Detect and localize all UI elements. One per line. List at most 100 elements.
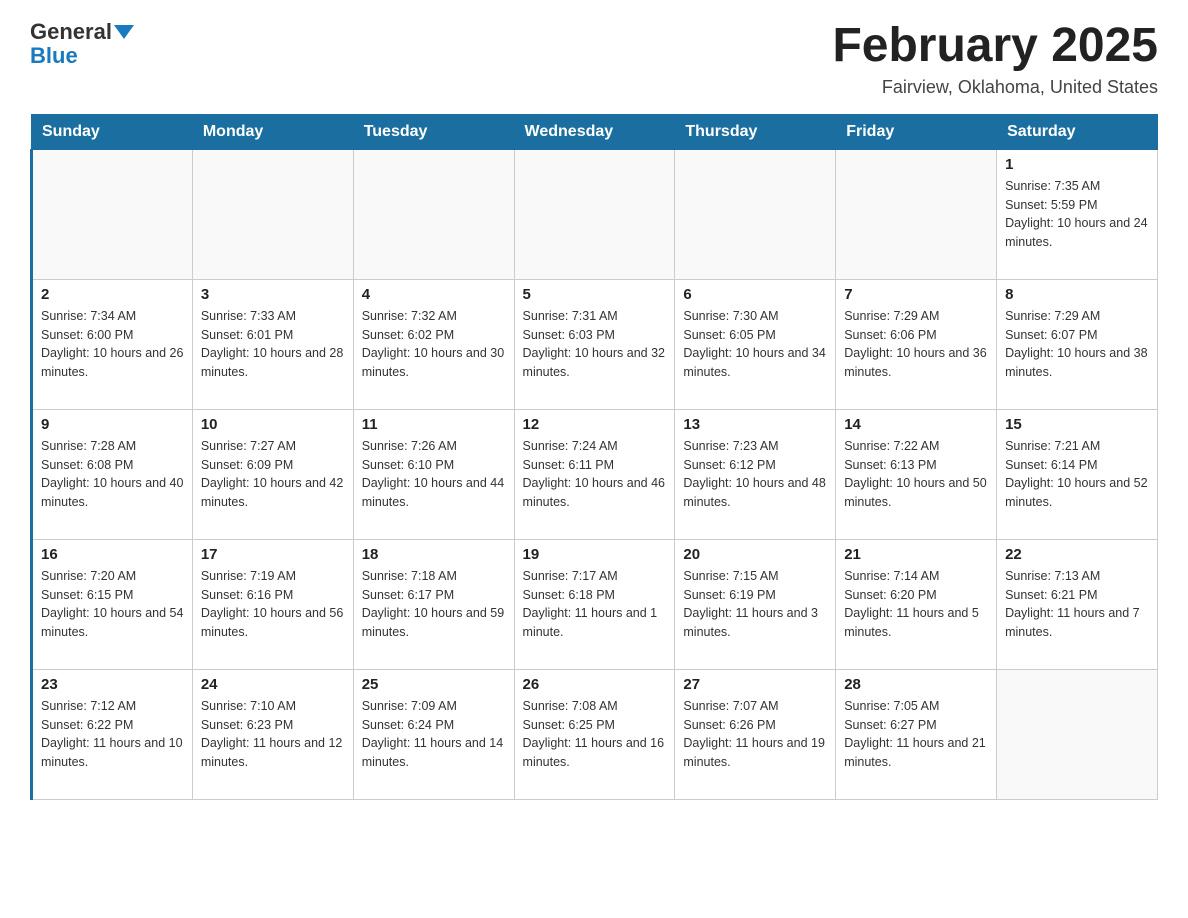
day-number: 14 bbox=[844, 416, 988, 433]
day-number: 7 bbox=[844, 286, 988, 303]
cell-week2-day5: 7Sunrise: 7:29 AMSunset: 6:06 PMDaylight… bbox=[836, 279, 997, 409]
col-saturday: Saturday bbox=[997, 114, 1158, 149]
sun-info: Sunrise: 7:08 AMSunset: 6:25 PMDaylight:… bbox=[523, 697, 667, 772]
day-number: 16 bbox=[41, 546, 184, 563]
day-number: 2 bbox=[41, 286, 184, 303]
logo: General Blue bbox=[30, 20, 134, 68]
cell-week1-day0 bbox=[32, 149, 193, 279]
sun-info: Sunrise: 7:23 AMSunset: 6:12 PMDaylight:… bbox=[683, 437, 827, 512]
day-number: 23 bbox=[41, 676, 184, 693]
cell-week4-day3: 19Sunrise: 7:17 AMSunset: 6:18 PMDayligh… bbox=[514, 539, 675, 669]
day-number: 9 bbox=[41, 416, 184, 433]
week-row-3: 9 Sunrise: 7:28 AMSunset: 6:08 PMDaylight… bbox=[32, 409, 1158, 539]
day-number: 6 bbox=[683, 286, 827, 303]
week-row-1: 1 Sunrise: 7:35 AMSunset: 5:59 PMDaylight… bbox=[32, 149, 1158, 279]
day-number: 5 bbox=[523, 286, 667, 303]
sun-info: Sunrise: 7:35 AMSunset: 5:59 PMDaylight:… bbox=[1005, 177, 1149, 252]
sun-info: Sunrise: 7:10 AMSunset: 6:23 PMDaylight:… bbox=[201, 697, 345, 772]
sun-info: Sunrise: 7:29 AMSunset: 6:07 PMDaylight:… bbox=[1005, 307, 1149, 382]
sun-info: Sunrise: 7:05 AMSunset: 6:27 PMDaylight:… bbox=[844, 697, 988, 772]
cell-week1-day5 bbox=[836, 149, 997, 279]
cell-week5-day1: 24 Sunrise: 7:10 AMSunset: 6:23 PMDayligh… bbox=[192, 669, 353, 799]
logo-triangle-icon bbox=[114, 25, 134, 39]
col-thursday: Thursday bbox=[675, 114, 836, 149]
day-number: 17 bbox=[201, 546, 345, 563]
logo-blue: Blue bbox=[30, 44, 78, 68]
logo-general: General bbox=[30, 20, 112, 44]
cell-week1-day6: 1 Sunrise: 7:35 AMSunset: 5:59 PMDaylight… bbox=[997, 149, 1158, 279]
cell-week4-day4: 20Sunrise: 7:15 AMSunset: 6:19 PMDayligh… bbox=[675, 539, 836, 669]
sun-info: Sunrise: 7:27 AMSunset: 6:09 PMDaylight:… bbox=[201, 437, 345, 512]
week-row-5: 23 Sunrise: 7:12 AMSunset: 6:22 PMDayligh… bbox=[32, 669, 1158, 799]
calendar-table: Sunday Monday Tuesday Wednesday Thursday… bbox=[30, 114, 1158, 800]
col-wednesday: Wednesday bbox=[514, 114, 675, 149]
sun-info: Sunrise: 7:19 AMSunset: 6:16 PMDaylight:… bbox=[201, 567, 345, 642]
cell-week2-day6: 8 Sunrise: 7:29 AMSunset: 6:07 PMDaylight… bbox=[997, 279, 1158, 409]
sun-info: Sunrise: 7:33 AMSunset: 6:01 PMDaylight:… bbox=[201, 307, 345, 382]
calendar-header-row: Sunday Monday Tuesday Wednesday Thursday… bbox=[32, 114, 1158, 149]
location: Fairview, Oklahoma, United States bbox=[832, 77, 1158, 98]
cell-week1-day4 bbox=[675, 149, 836, 279]
col-friday: Friday bbox=[836, 114, 997, 149]
day-number: 21 bbox=[844, 546, 988, 563]
day-number: 15 bbox=[1005, 416, 1149, 433]
sun-info: Sunrise: 7:13 AMSunset: 6:21 PMDaylight:… bbox=[1005, 567, 1149, 642]
sun-info: Sunrise: 7:24 AMSunset: 6:11 PMDaylight:… bbox=[523, 437, 667, 512]
month-title: February 2025 bbox=[832, 20, 1158, 73]
cell-week3-day0: 9 Sunrise: 7:28 AMSunset: 6:08 PMDaylight… bbox=[32, 409, 193, 539]
sun-info: Sunrise: 7:32 AMSunset: 6:02 PMDaylight:… bbox=[362, 307, 506, 382]
cell-week4-day5: 21 Sunrise: 7:14 AMSunset: 6:20 PMDayligh… bbox=[836, 539, 997, 669]
sun-info: Sunrise: 7:20 AMSunset: 6:15 PMDaylight:… bbox=[41, 567, 184, 642]
sun-info: Sunrise: 7:15 AMSunset: 6:19 PMDaylight:… bbox=[683, 567, 827, 642]
sun-info: Sunrise: 7:12 AMSunset: 6:22 PMDaylight:… bbox=[41, 697, 184, 772]
day-number: 8 bbox=[1005, 286, 1149, 303]
cell-week3-day6: 15Sunrise: 7:21 AMSunset: 6:14 PMDayligh… bbox=[997, 409, 1158, 539]
cell-week1-day2 bbox=[353, 149, 514, 279]
cell-week5-day3: 26 Sunrise: 7:08 AMSunset: 6:25 PMDayligh… bbox=[514, 669, 675, 799]
cell-week2-day0: 2 Sunrise: 7:34 AMSunset: 6:00 PMDaylight… bbox=[32, 279, 193, 409]
cell-week2-day3: 5 Sunrise: 7:31 AMSunset: 6:03 PMDaylight… bbox=[514, 279, 675, 409]
cell-week4-day0: 16 Sunrise: 7:20 AMSunset: 6:15 PMDayligh… bbox=[32, 539, 193, 669]
day-number: 28 bbox=[844, 676, 988, 693]
sun-info: Sunrise: 7:31 AMSunset: 6:03 PMDaylight:… bbox=[523, 307, 667, 382]
cell-week5-day0: 23 Sunrise: 7:12 AMSunset: 6:22 PMDayligh… bbox=[32, 669, 193, 799]
cell-week5-day6 bbox=[997, 669, 1158, 799]
cell-week1-day1 bbox=[192, 149, 353, 279]
cell-week2-day4: 6 Sunrise: 7:30 AMSunset: 6:05 PMDaylight… bbox=[675, 279, 836, 409]
day-number: 25 bbox=[362, 676, 506, 693]
cell-week3-day5: 14 Sunrise: 7:22 AMSunset: 6:13 PMDayligh… bbox=[836, 409, 997, 539]
sun-info: Sunrise: 7:26 AMSunset: 6:10 PMDaylight:… bbox=[362, 437, 506, 512]
day-number: 3 bbox=[201, 286, 345, 303]
sun-info: Sunrise: 7:14 AMSunset: 6:20 PMDaylight:… bbox=[844, 567, 988, 642]
cell-week1-day3 bbox=[514, 149, 675, 279]
sun-info: Sunrise: 7:30 AMSunset: 6:05 PMDaylight:… bbox=[683, 307, 827, 382]
col-sunday: Sunday bbox=[32, 114, 193, 149]
cell-week3-day4: 13 Sunrise: 7:23 AMSunset: 6:12 PMDayligh… bbox=[675, 409, 836, 539]
day-number: 1 bbox=[1005, 156, 1149, 173]
sun-info: Sunrise: 7:34 AMSunset: 6:00 PMDaylight:… bbox=[41, 307, 184, 382]
cell-week5-day2: 25 Sunrise: 7:09 AMSunset: 6:24 PMDayligh… bbox=[353, 669, 514, 799]
sun-info: Sunrise: 7:28 AMSunset: 6:08 PMDaylight:… bbox=[41, 437, 184, 512]
cell-week4-day1: 17 Sunrise: 7:19 AMSunset: 6:16 PMDayligh… bbox=[192, 539, 353, 669]
day-number: 24 bbox=[201, 676, 345, 693]
day-number: 13 bbox=[683, 416, 827, 433]
sun-info: Sunrise: 7:07 AMSunset: 6:26 PMDaylight:… bbox=[683, 697, 827, 772]
cell-week5-day5: 28 Sunrise: 7:05 AMSunset: 6:27 PMDayligh… bbox=[836, 669, 997, 799]
sun-info: Sunrise: 7:22 AMSunset: 6:13 PMDaylight:… bbox=[844, 437, 988, 512]
day-number: 22 bbox=[1005, 546, 1149, 563]
cell-week2-day2: 4Sunrise: 7:32 AMSunset: 6:02 PMDaylight… bbox=[353, 279, 514, 409]
week-row-2: 2 Sunrise: 7:34 AMSunset: 6:00 PMDaylight… bbox=[32, 279, 1158, 409]
title-area: February 2025 Fairview, Oklahoma, United… bbox=[832, 20, 1158, 98]
cell-week2-day1: 3 Sunrise: 7:33 AMSunset: 6:01 PMDaylight… bbox=[192, 279, 353, 409]
day-number: 27 bbox=[683, 676, 827, 693]
cell-week3-day3: 12 Sunrise: 7:24 AMSunset: 6:11 PMDayligh… bbox=[514, 409, 675, 539]
day-number: 26 bbox=[523, 676, 667, 693]
day-number: 12 bbox=[523, 416, 667, 433]
sun-info: Sunrise: 7:09 AMSunset: 6:24 PMDaylight:… bbox=[362, 697, 506, 772]
col-monday: Monday bbox=[192, 114, 353, 149]
cell-week5-day4: 27 Sunrise: 7:07 AMSunset: 6:26 PMDayligh… bbox=[675, 669, 836, 799]
col-tuesday: Tuesday bbox=[353, 114, 514, 149]
cell-week3-day2: 11Sunrise: 7:26 AMSunset: 6:10 PMDayligh… bbox=[353, 409, 514, 539]
page-header: General Blue February 2025 Fairview, Okl… bbox=[30, 20, 1158, 98]
sun-info: Sunrise: 7:17 AMSunset: 6:18 PMDaylight:… bbox=[523, 567, 667, 642]
